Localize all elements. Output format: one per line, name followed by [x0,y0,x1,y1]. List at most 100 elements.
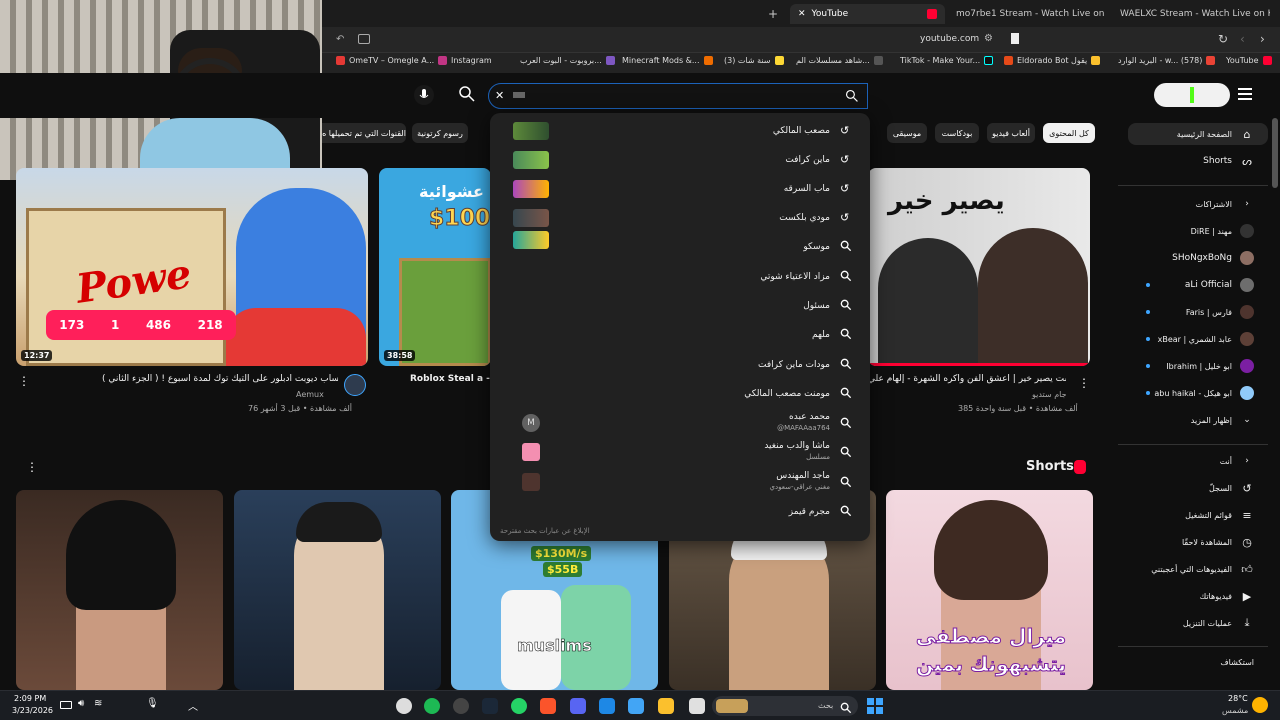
search-suggestion[interactable]: مسئول [490,292,870,320]
short-thumbnail[interactable] [16,490,223,690]
bookmark-icon[interactable] [1011,33,1019,44]
store-icon[interactable] [599,698,615,714]
discord-icon[interactable] [570,698,586,714]
sidebar-show-more[interactable]: إظهار المزيد ⌄ [1128,409,1268,431]
chip-uploaded-channels[interactable]: القنوات التي تم تحميلها ه [322,123,406,143]
sidebar-item-you[interactable]: أنت › [1128,450,1268,472]
more-options-icon[interactable]: ⋮ [18,374,30,388]
account-pill[interactable] [1154,83,1230,107]
account-suggestion[interactable]: M محمد عبده @MAFAAaa764 [490,410,870,438]
video-title[interactable]: بودكاست يصير خير | أعشق الفن وأكره الشهر… [868,374,1066,384]
windows-start-icon[interactable] [867,698,883,714]
history-suggestion[interactable]: ماب السرقه ↺ [490,175,870,203]
search-icon[interactable] [458,85,480,107]
sidebar-item-your-videos[interactable]: فيديوهاتك ▶ [1128,585,1268,607]
search-suggestion[interactable]: موسكو [490,231,870,261]
sidebar-channel[interactable]: SHoNgxBoNg [1128,247,1268,269]
clock-date[interactable]: 3/23/2026 [12,706,53,715]
spotify-icon[interactable] [424,698,440,714]
close-icon[interactable]: ✕ [798,9,806,19]
volume-icon[interactable]: 🔊︎ [78,698,84,709]
sidebar-item-watch-later[interactable]: المشاهدة لاحقًا ◷ [1128,531,1268,553]
report-suggestions-link[interactable]: الإبلاغ عن عبارات بحث مقترحة [500,527,590,535]
url-text[interactable]: youtube.com [920,34,979,44]
short-thumbnail[interactable] [234,490,441,690]
chip-cartoons[interactable]: رسوم كرتونية [412,123,468,143]
sidebar-item-subscriptions[interactable]: الاشتراكات › [1128,193,1268,215]
sidebar-channel[interactable]: aLi Official [1128,274,1268,296]
short-thumbnail[interactable]: ميرال مصطفى يتشبهونك بمين [886,490,1093,690]
more-options-icon[interactable]: ⋮ [26,460,38,474]
photos-icon[interactable] [628,698,644,714]
bookmark-eldorado[interactable]: Eldorado Bot يقول [1004,56,1101,65]
account-suggestion[interactable]: ماجد المهندس مغني عراقي-سعودي [490,469,870,497]
forward-icon[interactable]: › [1260,32,1265,46]
history-suggestion[interactable]: مصعب المالكي ↺ [490,117,870,145]
tab-youtube[interactable]: ✕ YouTube [790,4,945,24]
bookmark-tiktok[interactable]: TikTok - Make Your... [900,56,994,65]
sidebar-channel[interactable]: Faris | فارس [1128,301,1268,323]
back-icon[interactable]: ‹ [1240,32,1245,46]
search-input[interactable]: ✕ [488,83,868,109]
sidebar-item-downloads[interactable]: عمليات التنزيل ⤓ [1128,612,1268,634]
history-suggestion[interactable]: مودي بلكست ↺ [490,204,870,232]
chip-all[interactable]: كل المحتوى [1043,123,1095,143]
sidebar-channel[interactable]: abu haikal - ابو هيكل [1128,382,1268,404]
search-suggestion[interactable]: مزاد الاعتياء شوتي [490,263,870,291]
whatsapp-icon[interactable] [511,698,527,714]
video-title[interactable]: تحديث حساب ديوبت ادبلور على التيك توك لم… [102,374,338,384]
search-suggestion[interactable]: مومنت مصعب المالكي [490,380,870,408]
search-suggestion[interactable]: مودات ماين كرافت [490,351,870,379]
menu-icon[interactable] [1238,88,1252,100]
battery-icon[interactable] [60,701,72,709]
new-tab-button[interactable]: + [768,4,778,24]
bookmark-chat[interactable]: سنة شات (3) [724,56,784,65]
history-suggestion[interactable]: ماين كرافت ↺ [490,146,870,174]
sidebar-item-shorts[interactable]: Shorts ᔕ [1128,150,1268,172]
bookmark-shahid[interactable]: شاهد مسلسلات الم... [796,56,883,65]
mic-tray-icon[interactable]: 🎙︎ [146,698,159,709]
taskbar-search[interactable]: بحث [712,696,858,716]
video-thumbnail[interactable]: Powe 173 1 486 218 12:37 [16,168,368,366]
sidebar-item-history[interactable]: السجلّ ↺ [1128,477,1268,499]
video-thumbnail[interactable]: عشوائية $100 38:58 [379,168,491,366]
clear-search-icon[interactable]: ✕ [495,89,504,102]
settings-app-icon[interactable] [396,698,412,714]
video-thumbnail[interactable]: يصير خير [868,168,1090,366]
github-icon[interactable] [453,698,469,714]
sidebar-toggle-icon[interactable]: ↶ [336,34,344,45]
bookmark-instagram[interactable]: Instagram [438,56,492,65]
chip-music[interactable]: موسيقى [887,123,927,143]
brave-icon[interactable] [540,698,556,714]
chip-podcasts[interactable]: بودكاست [935,123,979,143]
search-suggestion[interactable]: مجرم قيمز [490,498,870,526]
tray-chevron-icon[interactable]: ︿ [188,698,198,713]
chip-gaming[interactable]: ألعاب فيديو [987,123,1035,143]
sidebar-item-home[interactable]: الصفحة الرئيسية ⌂ [1128,123,1268,145]
screenshot-icon[interactable] [358,34,370,44]
video-title[interactable]: Roblox Steal a - [410,374,490,384]
tab-kick-waelxc[interactable]: WAELXC Stream - Watch Live on Kick [1120,4,1270,24]
account-suggestion[interactable]: ماشا والدب منغيد مسلسل [490,439,870,467]
sidebar-item-liked[interactable]: الفيديوهات التي أعجبتني 👍︎ [1128,558,1268,580]
file-explorer-icon[interactable] [658,698,674,714]
sidebar-channel[interactable]: DiRE | مهند [1128,220,1268,242]
channel-avatar[interactable] [344,374,366,396]
site-settings-icon[interactable]: ⚙ [984,33,993,44]
bookmark-probot[interactable]: بروبوت - البوت العرب... [520,56,615,65]
weather-temp[interactable]: 28°C [1228,694,1248,703]
steam-icon[interactable] [482,698,498,714]
tab-kick-mo7rbe1[interactable]: mo7rbe1 Stream - Watch Live on Kick [956,4,1106,24]
mic-icon[interactable] [414,85,434,105]
bookmark-minecraft[interactable]: Minecraft Mods &... [622,56,713,65]
bookmark-youtube[interactable]: YouTube [1226,56,1272,65]
bookmark-ometv[interactable]: OmeTV – Omegle A... [336,56,434,65]
sidebar-channel[interactable]: Ibrahim | ابو خليل [1128,355,1268,377]
page-scrollbar[interactable] [1272,118,1278,188]
sidebar-channel[interactable]: xBear | عابد الشمري [1128,328,1268,350]
wifi-icon[interactable]: ≋ [94,698,102,709]
channel-name[interactable]: Aemux [296,390,324,399]
reload-icon[interactable]: ↻ [1218,32,1228,46]
bookmark-gmail[interactable]: البريد الوارد - w... (578) [1118,56,1216,65]
channel-name[interactable]: جام ستديو [1032,390,1067,399]
